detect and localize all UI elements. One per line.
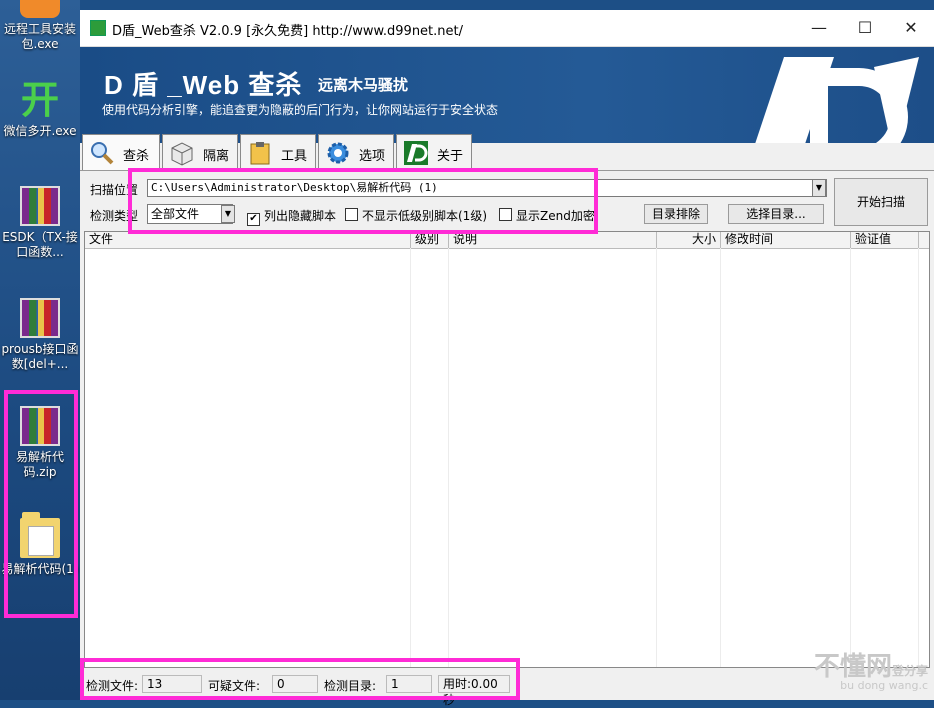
col-file[interactable]: 文件 [85,232,411,248]
watermark-text: 不懂网 [813,652,892,682]
hide-low-level-checkbox[interactable]: 不显示低级别脚本(1级) [345,207,487,224]
files-scanned-label: 检测文件: [86,679,139,693]
tab-options[interactable]: 选项 [318,134,394,170]
col-desc[interactable]: 说明 [449,232,657,248]
banner: D 盾 _Web 查杀 远离木马骚扰 使用代码分析引擎，能追查更为隐蔽的后门行为… [80,47,934,143]
checkbox-label: 显示Zend加密 [516,209,595,223]
tab-tools[interactable]: 工具 [240,134,316,170]
dshield-window: D盾_Web查杀 V2.0.9 [永久免费] http://www.d99net… [80,10,934,707]
tab-bar: 查杀 隔离 工具 选项 关于 [80,134,934,170]
folder-icon [20,512,60,558]
path-dropdown-button[interactable]: ▼ [812,179,826,197]
rar-archive-icon [20,298,60,338]
maximize-button[interactable]: ☐ [842,10,888,46]
box-icon [171,142,193,166]
tab-about[interactable]: 关于 [396,134,472,170]
desktop-icon-label: ESDK（TX-接口函数... [2,230,78,259]
gear-icon [327,142,349,164]
desktop-icon-zip[interactable]: 易解析代码.zip [0,406,80,480]
col-hash[interactable]: 验证值 [851,232,919,248]
files-scanned-value: 13 [142,675,202,693]
checkbox-label: 列出隐藏脚本 [264,209,337,223]
desktop-icon-label: 微信多开.exe [3,124,77,138]
scan-path-field[interactable]: C:\Users\Administrator\Desktop\易解析代码 (1) [147,179,827,197]
scan-options-panel: 扫描位置 C:\Users\Administrator\Desktop\易解析代… [80,170,934,231]
results-table[interactable]: 文件 级别 说明 大小 修改时间 验证值 [84,231,930,668]
col-level[interactable]: 级别 [411,232,449,248]
brand-slogan: 远离木马骚扰 [318,76,409,94]
d-shield-logo-icon [755,57,919,143]
checkbox-empty-icon [499,208,512,221]
watermark-sub: 登分享 [891,664,928,678]
list-hidden-checkbox[interactable]: ✔ 列出隐藏脚本 [247,207,336,226]
tab-label: 关于 [437,149,464,164]
grid-line [850,248,851,667]
grid-line [410,248,411,667]
suspicious-files-label: 可疑文件: [208,679,261,693]
dirs-scanned-value: 1 [386,675,432,693]
desktop-icon-label: 易解析代码(1) [1,562,79,576]
tab-quarantine[interactable]: 隔离 [162,134,238,170]
brand-title: D 盾 _Web 查杀 [104,70,303,100]
grid-line [448,248,449,667]
dirs-scanned-label: 检测目录: [324,679,377,693]
watermark: 不懂网登分享 bu dong wang.c [814,646,928,692]
installer-icon [20,0,60,18]
status-bar: 检测文件: 13 可疑文件: 0 检测目录: 1 用时:0.00秒 [84,672,930,707]
desktop-icon-label: 易解析代码.zip [15,450,64,479]
desktop-icon-remote-tool[interactable]: 远程工具安装包.exe [0,0,80,52]
exclude-dir-button[interactable]: 目录排除 [644,204,708,224]
desktop-icon-label: 远程工具安装包.exe [3,22,76,51]
rar-archive-icon [20,406,60,446]
tab-scan[interactable]: 查杀 [82,134,160,170]
desktop-icon-folder[interactable]: 易解析代码(1) [0,512,80,577]
desktop-icon-esdk[interactable]: ESDK（TX-接口函数... [0,186,80,260]
tab-label: 选项 [359,149,386,164]
col-size[interactable]: 大小 [657,232,721,248]
choose-dir-button[interactable]: 选择目录... [728,204,824,224]
tab-label: 查杀 [123,149,150,164]
clipboard-icon [250,142,270,165]
start-scan-button[interactable]: 开始扫描 [834,178,928,226]
desktop-icon-wechat-multi[interactable]: 开 微信多开.exe [0,80,80,139]
show-zend-checkbox[interactable]: 显示Zend加密 [499,207,595,224]
minimize-button[interactable]: — [796,10,842,46]
magnifier-icon [91,142,114,165]
type-dropdown-button[interactable]: ▼ [221,205,235,223]
grid-line [656,248,657,667]
scan-type-label: 检测类型 [90,209,139,223]
checkbox-checked-icon: ✔ [247,213,260,226]
tab-label: 工具 [281,149,308,164]
brand-description: 使用代码分析引擎，能追查更为隐蔽的后门行为，让你网站运行于安全状态 [102,103,499,117]
checkbox-label: 不显示低级别脚本(1级) [362,209,487,223]
window-title: D盾_Web查杀 V2.0.9 [永久免费] http://www.d99net… [112,24,464,39]
suspicious-files-value: 0 [272,675,318,693]
checkbox-empty-icon [345,208,358,221]
scan-path-label: 扫描位置 [90,183,139,197]
rar-archive-icon [20,186,60,226]
col-mtime[interactable]: 修改时间 [721,232,851,248]
desktop-icon-prousb[interactable]: prousb接口函数[del+... [0,298,80,372]
elapsed-time: 用时:0.00秒 [438,675,510,707]
close-button[interactable]: ✕ [888,10,934,46]
app-icon [90,20,106,36]
d-logo-icon [404,141,428,165]
table-header: 文件 级别 说明 大小 修改时间 验证值 [85,232,929,249]
desktop: 远程工具安装包.exe 开 微信多开.exe ESDK（TX-接口函数... p… [0,0,80,700]
grid-line [918,248,919,667]
desktop-icon-label: prousb接口函数[del+... [1,342,79,371]
scan-type-value: 全部文件 [151,207,200,221]
grid-line [720,248,721,667]
tab-label: 隔离 [203,149,230,164]
kai-app-icon: 开 [20,78,59,122]
title-bar: D盾_Web查杀 V2.0.9 [永久免费] http://www.d99net… [80,10,934,47]
